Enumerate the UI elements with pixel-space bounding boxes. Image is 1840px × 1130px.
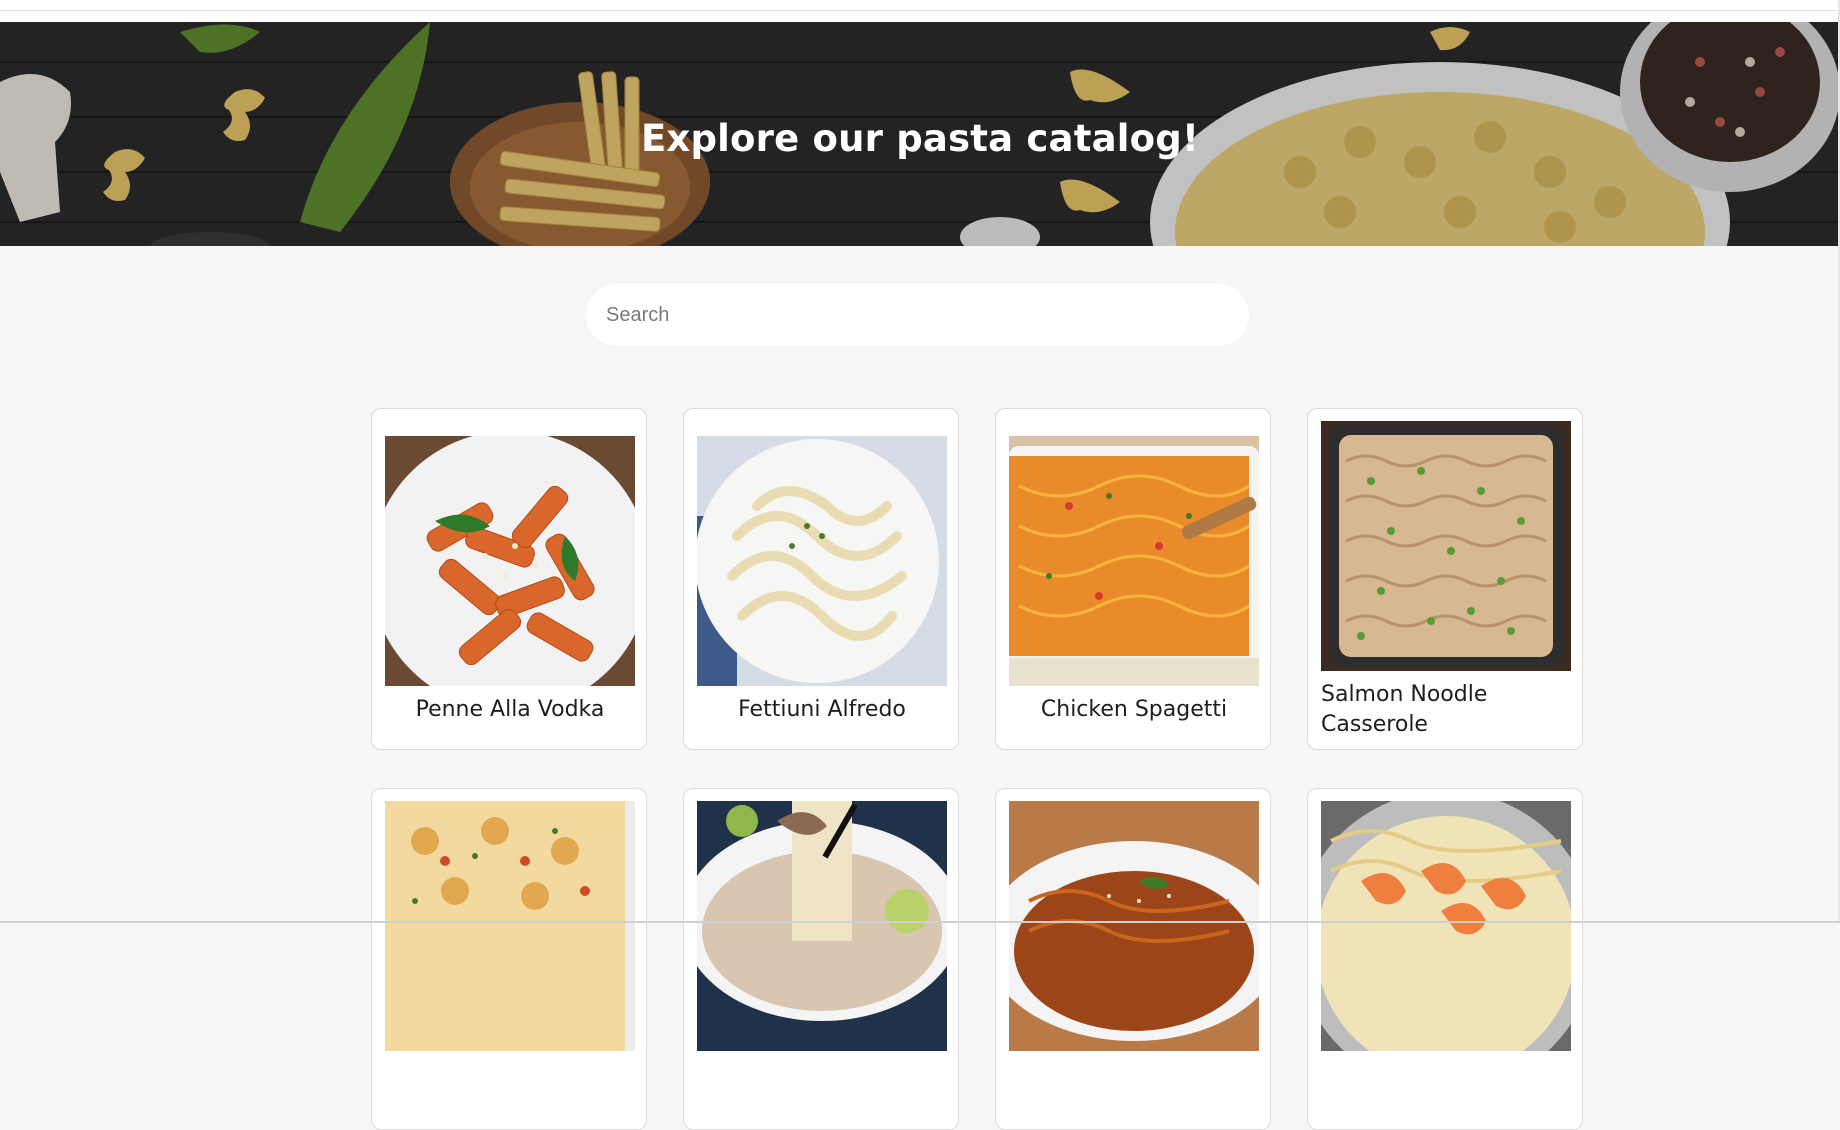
recipe-card[interactable]: [683, 788, 959, 1130]
chicken-spaghetti-photo: [1009, 436, 1259, 686]
hero-banner: Explore our pasta catalog!: [0, 22, 1840, 246]
browser-top-bar: [0, 0, 1840, 23]
recipe-image[interactable]: [1321, 421, 1571, 671]
recipe-image[interactable]: [385, 801, 635, 1051]
page-title: Explore our pasta catalog!: [640, 117, 1200, 160]
baked-pasta-casserole-photo: [385, 801, 635, 1051]
search-bar: [586, 284, 1249, 346]
recipe-name[interactable]: Salmon Noodle Casserole: [1321, 680, 1571, 740]
search-input[interactable]: [586, 284, 1249, 346]
recipe-card[interactable]: [995, 788, 1271, 1130]
sesame-noodles-photo: [1009, 801, 1259, 1051]
penne-alla-vodka-photo: [385, 436, 635, 686]
recipe-image[interactable]: [697, 801, 947, 1051]
top-divider: [0, 10, 1840, 11]
recipe-card[interactable]: Fettiuni Alfredo: [683, 408, 959, 750]
fettuccine-alfredo-photo: [697, 436, 947, 686]
recipe-card[interactable]: Salmon Noodle Casserole: [1307, 408, 1583, 750]
recipe-image[interactable]: [697, 436, 947, 686]
recipe-card[interactable]: [1307, 788, 1583, 1130]
recipe-name[interactable]: Chicken Spagetti: [1009, 695, 1259, 725]
recipe-image[interactable]: [385, 436, 635, 686]
recipe-image[interactable]: [1321, 801, 1571, 1051]
recipe-card[interactable]: [371, 788, 647, 1130]
recipe-image[interactable]: [1009, 801, 1259, 1051]
salmon-noodle-casserole-photo: [1321, 421, 1571, 671]
recipe-name[interactable]: Fettiuni Alfredo: [697, 695, 947, 725]
recipe-image[interactable]: [1009, 436, 1259, 686]
recipe-card[interactable]: Penne Alla Vodka: [371, 408, 647, 750]
noodle-soup-photo: [697, 801, 947, 1051]
recipe-name[interactable]: Penne Alla Vodka: [385, 695, 635, 725]
recipe-card[interactable]: Chicken Spagetti: [995, 408, 1271, 750]
shrimp-pasta-photo: [1321, 801, 1571, 1051]
